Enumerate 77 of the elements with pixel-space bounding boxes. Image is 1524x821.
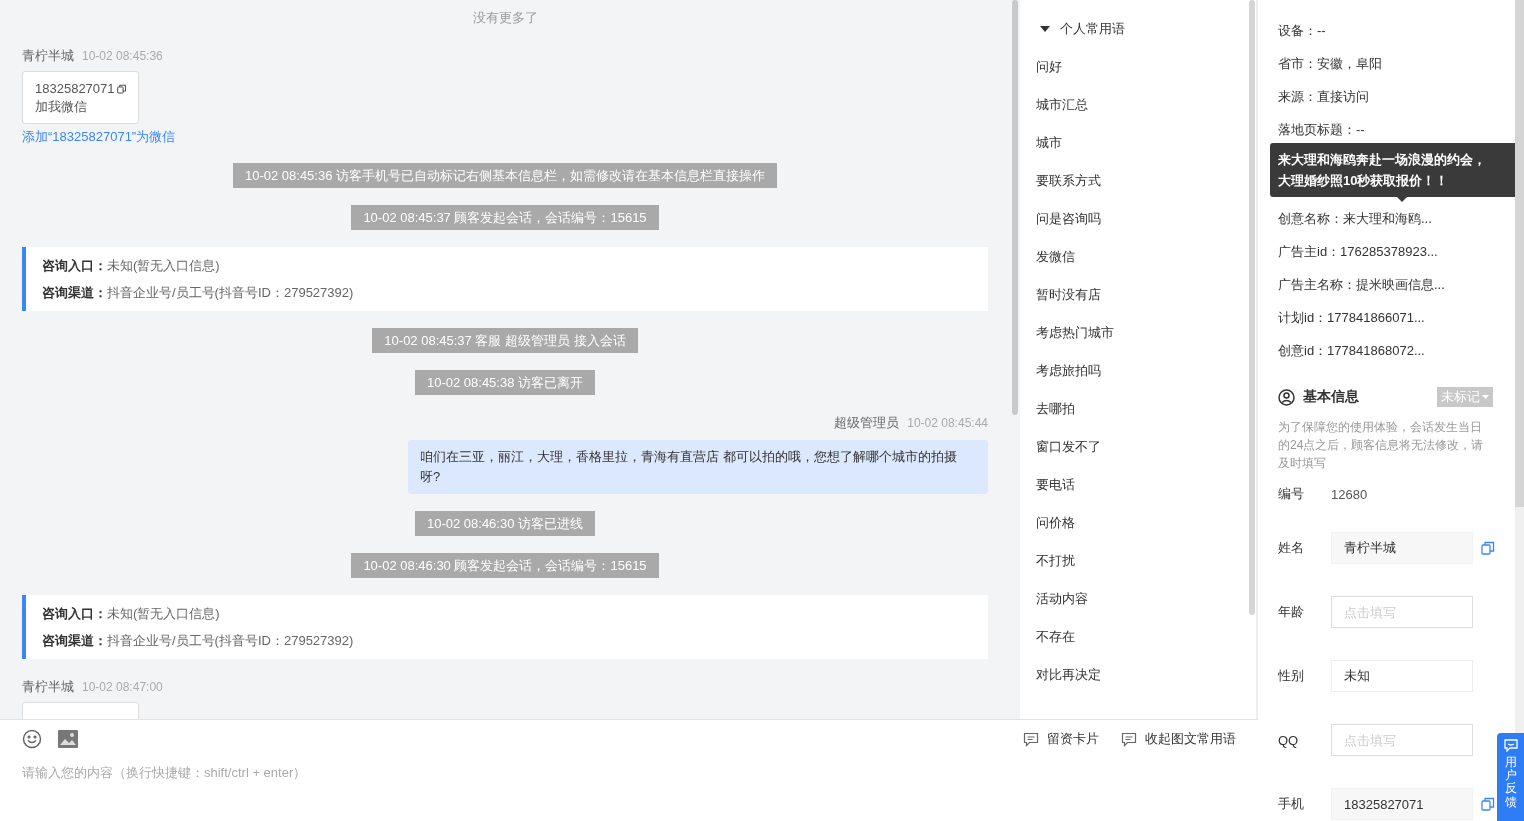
- detail-line: 广告主id：176285378923...: [1278, 243, 1439, 261]
- phrase-item[interactable]: 要联系方式: [1036, 162, 1248, 200]
- phrase-item[interactable]: 发微信: [1036, 238, 1248, 276]
- scrollbar-thumb[interactable]: [1515, 0, 1524, 507]
- phrase-item[interactable]: 城市: [1036, 124, 1248, 162]
- toolbar-action[interactable]: 收起图文常用语: [1121, 730, 1236, 748]
- field-label: 编号: [1278, 485, 1305, 503]
- phrase-item[interactable]: 要电话: [1036, 466, 1248, 504]
- message-icon: [1121, 731, 1137, 747]
- image-icon[interactable]: [58, 730, 78, 748]
- info-line: 咨询渠道：抖音企业号/员工号(抖音号ID：279527392): [42, 284, 355, 302]
- user-icon: [1278, 388, 1295, 406]
- input-field[interactable]: 未知: [1331, 660, 1473, 692]
- phrase-item[interactable]: 对比再决定: [1036, 656, 1248, 694]
- copy-icon[interactable]: [1481, 797, 1495, 811]
- phrase-item[interactable]: 考虑热门城市: [1036, 314, 1248, 352]
- detail-line: 省市：安徽，阜阳: [1278, 55, 1383, 73]
- field-value: 12680: [1331, 486, 1368, 502]
- feedback-icon: [1503, 739, 1518, 752]
- detail-line: 广告主名称：提米映画信息...: [1278, 276, 1446, 294]
- sender-name: 青柠半城: [22, 47, 74, 65]
- phrase-item[interactable]: 问价格: [1036, 504, 1248, 542]
- phrase-item[interactable]: 活动内容: [1036, 580, 1248, 618]
- sender-name: 青柠半城: [22, 678, 74, 696]
- card-caption: 加我微信: [35, 98, 88, 116]
- phrase-item[interactable]: 考虑旅拍吗: [1036, 352, 1248, 390]
- feedback-button[interactable]: 用户反馈: [1497, 733, 1524, 821]
- phrase-item[interactable]: 窗口发不了: [1036, 428, 1248, 466]
- copy-icon[interactable]: [116, 82, 126, 96]
- caret-icon: [1482, 395, 1489, 399]
- field-label: 性别: [1278, 667, 1305, 685]
- detail-line: 设备：--: [1278, 22, 1327, 40]
- toolbar-action[interactable]: 留资卡片: [1023, 730, 1099, 748]
- notice-text: 为了保障您的使用体验，会话发生当日的24点之后，顾客信息将无法修改，请及时填写: [1278, 419, 1485, 472]
- system-notice: 10-02 08:46:30 访客已进线: [414, 511, 596, 536]
- message-time: 10-02 08:47:00: [82, 679, 163, 696]
- field-label: 手机: [1278, 795, 1305, 813]
- message-time: 10-02 08:45:44: [907, 415, 988, 432]
- section-title: 基本信息: [1303, 388, 1359, 406]
- detail-line: 创意名称：来大理和海鸥...: [1278, 210, 1433, 228]
- info-line: 咨询入口：未知(暂无入口信息): [42, 605, 221, 623]
- sender-name: 超级管理员: [834, 414, 900, 432]
- detail-line: 创意id：177841868072...: [1278, 342, 1426, 360]
- detail-line: 落地页标题：--: [1278, 121, 1366, 139]
- field-label: 年龄: [1278, 603, 1305, 621]
- scrollbar-thumb[interactable]: [1012, 0, 1018, 415]
- emoji-icon[interactable]: [22, 729, 42, 749]
- system-notice: 10-02 08:45:37 顾客发起会话，会话编号：15615: [351, 205, 659, 230]
- phrase-item[interactable]: 问好: [1036, 48, 1248, 86]
- message-time: 10-02 08:45:36: [82, 48, 163, 65]
- message-icon: [1023, 731, 1039, 747]
- phrase-item[interactable]: 城市汇总: [1036, 86, 1248, 124]
- copy-icon[interactable]: [1481, 541, 1495, 555]
- system-notice: 10-02 08:45:38 访客已离开: [414, 370, 596, 395]
- field-label: 姓名: [1278, 539, 1305, 557]
- phrase-item[interactable]: 去哪拍: [1036, 390, 1248, 428]
- detail-line: 计划id：177841866071...: [1278, 309, 1426, 327]
- input-field[interactable]: 青柠半城: [1331, 532, 1473, 564]
- message-bubble: 咱们在三亚，丽江，大理，香格里拉，青海有直营店 都可以拍的哦，您想了解哪个城市的拍摄呀?: [408, 440, 988, 494]
- detail-line: 来源：直接访问: [1278, 88, 1370, 106]
- system-notice: 10-02 08:46:30 顾客发起会话，会话编号：15615: [351, 553, 659, 578]
- info-line: 咨询入口：未知(暂无入口信息): [42, 257, 221, 275]
- field-label: QQ: [1278, 732, 1300, 748]
- phone-number: 18325827071: [35, 80, 115, 98]
- phrase-item[interactable]: 暂时没有店: [1036, 276, 1248, 314]
- system-notice: 10-02 08:45:37 客服 超级管理员 接入会话: [372, 328, 638, 353]
- end-note: 没有更多了: [471, 9, 539, 27]
- tooltip-arrow: [1397, 197, 1407, 202]
- scrollbar-thumb[interactable]: [1249, 0, 1255, 615]
- caret-icon[interactable]: [1040, 26, 1050, 32]
- system-notice: 10-02 08:45:36 访客手机号已自动标记右侧基本信息栏，如需修改请在基本信息栏直接操作: [232, 163, 778, 188]
- group-title[interactable]: 个人常用语: [1060, 20, 1125, 38]
- phrase-item[interactable]: 不存在: [1036, 618, 1248, 656]
- info-line: 咨询渠道：抖音企业号/员工号(抖音号ID：279527392): [42, 632, 355, 650]
- phrase-item[interactable]: 不打扰: [1036, 542, 1248, 580]
- input-field[interactable]: 18325827071: [1331, 788, 1473, 820]
- phrase-item[interactable]: 问是咨询吗: [1036, 200, 1248, 238]
